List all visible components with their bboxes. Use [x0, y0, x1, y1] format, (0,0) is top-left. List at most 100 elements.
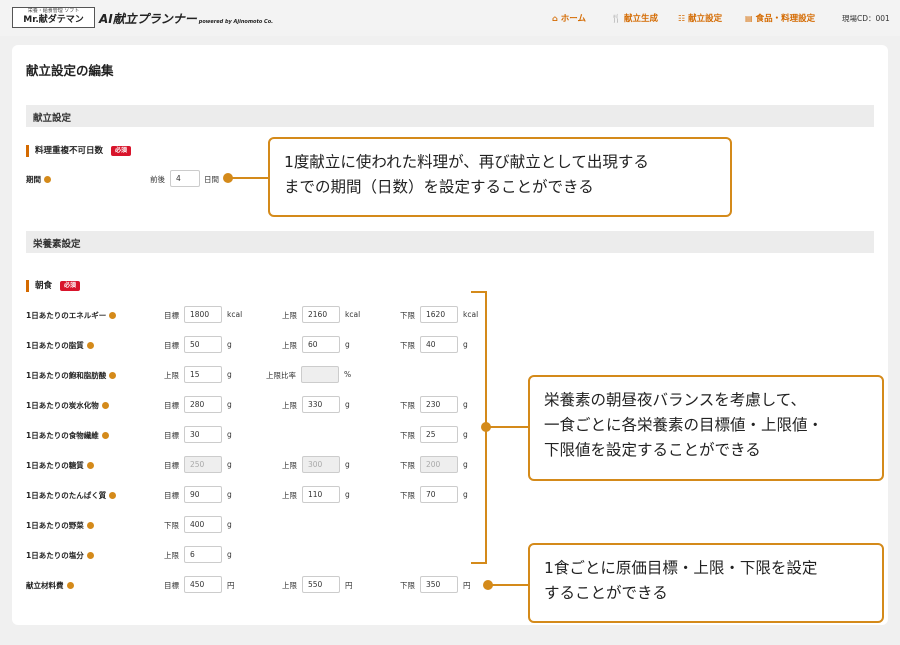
lower-input[interactable]: 25 — [420, 426, 458, 443]
callout-cost-connector — [490, 584, 530, 586]
info-icon[interactable] — [109, 492, 117, 499]
lower-unit: 円 — [463, 581, 471, 590]
section-menu-settings-title: 献立設定 — [33, 113, 72, 124]
info-icon[interactable] — [101, 432, 109, 439]
upper-input[interactable]: 6 — [184, 546, 222, 563]
target-unit: g — [227, 460, 232, 469]
target-input[interactable]: 90 — [184, 486, 222, 503]
lower-label: 下限 — [400, 401, 415, 410]
lower-input[interactable]: 40 — [420, 336, 458, 353]
period-label: 期間 — [26, 175, 41, 184]
upper-ratio-unit: % — [344, 370, 352, 379]
upper-unit: kcal — [345, 310, 361, 319]
lower-label: 下限 — [400, 341, 415, 350]
upper-unit: 円 — [345, 581, 353, 590]
nutrient-label: 1日あたりの糖質 — [26, 461, 84, 470]
upper-unit: g — [345, 490, 350, 499]
required-badge: 必須 — [111, 146, 132, 156]
info-icon[interactable] — [66, 582, 74, 589]
lower-unit: kcal — [463, 310, 479, 319]
upper-label: 上限 — [282, 461, 297, 470]
target-input[interactable]: 450 — [184, 576, 222, 593]
nav-home[interactable]: ⌂ ホーム — [552, 12, 586, 24]
nutrient-label: 1日あたりの野菜 — [26, 521, 84, 530]
nutrient-row-label: 1日あたりのエネルギー — [26, 310, 117, 321]
target-unit: 円 — [227, 581, 235, 590]
upper-unit: g — [345, 400, 350, 409]
nutrient-label: 1日あたりのたんぱく質 — [26, 491, 107, 500]
nutrient-label: 献立材料費 — [26, 581, 64, 590]
nutrient-row-label: 1日あたりの脂質 — [26, 340, 94, 351]
section-menu-settings: 献立設定 — [26, 105, 874, 127]
period-days-input[interactable]: 4 — [170, 170, 200, 187]
upper-ratio-label: 上限比率 — [266, 371, 296, 380]
required-badge: 必須 — [60, 281, 81, 291]
nutrient-label: 1日あたりの炭水化物 — [26, 401, 99, 410]
lower-label: 下限 — [400, 491, 415, 500]
info-icon[interactable] — [86, 342, 94, 349]
upper-unit: g — [227, 370, 232, 379]
info-icon[interactable] — [109, 312, 117, 319]
page-title: 献立設定の編集 — [26, 63, 114, 78]
target-input[interactable]: 30 — [184, 426, 222, 443]
lower-input[interactable]: 350 — [420, 576, 458, 593]
lower-input[interactable]: 400 — [184, 516, 222, 533]
lower-input[interactable]: 1620 — [420, 306, 458, 323]
section-nutrition-settings: 栄養素設定 — [26, 231, 874, 253]
nav-menu-settings[interactable]: ☷ 献立設定 — [678, 12, 722, 24]
target-label: 目標 — [164, 581, 179, 590]
upper-input[interactable]: 330 — [302, 396, 340, 413]
lower-input: 200 — [420, 456, 458, 473]
upper-input[interactable]: 110 — [302, 486, 340, 503]
upper-input[interactable]: 550 — [302, 576, 340, 593]
upper-input[interactable]: 15 — [184, 366, 222, 383]
upper-label: 上限 — [282, 491, 297, 500]
nutrient-label: 1日あたりの食物繊維 — [26, 431, 99, 440]
upper-label: 上限 — [282, 341, 297, 350]
upper-input[interactable]: 2160 — [302, 306, 340, 323]
product-logo[interactable]: 栄養・給食管理 ソフト Mr.献ダテマン — [12, 7, 95, 28]
lower-label: 下限 — [400, 461, 415, 470]
nutrient-label: 1日あたりの飽和脂肪酸 — [26, 371, 107, 380]
callout-cost-line-2: することができる — [544, 584, 668, 602]
target-label: 目標 — [164, 431, 179, 440]
nav-menu-generate[interactable]: 🍴 献立生成 — [611, 12, 658, 24]
nav-food-settings[interactable]: ▤ 食品・料理設定 — [745, 12, 815, 24]
lower-unit: g — [463, 490, 468, 499]
info-icon[interactable] — [44, 176, 51, 183]
upper-input[interactable]: 60 — [302, 336, 340, 353]
lower-unit: g — [463, 460, 468, 469]
target-input[interactable]: 1800 — [184, 306, 222, 323]
lower-label: 下限 — [400, 311, 415, 320]
lower-input[interactable]: 70 — [420, 486, 458, 503]
upper-unit: g — [227, 550, 232, 559]
info-icon[interactable] — [101, 402, 109, 409]
nav-menu-settings-label: 献立設定 — [688, 14, 723, 24]
lower-input[interactable]: 230 — [420, 396, 458, 413]
nutrient-row-label: 1日あたりの野菜 — [26, 520, 94, 531]
lower-unit: g — [227, 520, 232, 529]
nutrient-row-label: 1日あたりの塩分 — [26, 550, 94, 561]
info-icon[interactable] — [109, 372, 117, 379]
home-icon: ⌂ — [552, 14, 558, 23]
upper-label: 上限 — [282, 401, 297, 410]
period-unit: 日間 — [204, 175, 219, 184]
target-input[interactable]: 280 — [184, 396, 222, 413]
nav-menu-generate-label: 献立生成 — [623, 14, 658, 24]
target-unit: g — [227, 340, 232, 349]
nutrient-label: 1日あたりの脂質 — [26, 341, 84, 350]
callout-period: 1度献立に使われた料理が、再び献立として出現する までの期間（日数）を設定するこ… — [268, 137, 732, 217]
target-input[interactable]: 50 — [184, 336, 222, 353]
info-icon[interactable] — [86, 552, 94, 559]
target-unit: g — [227, 400, 232, 409]
settings-list-icon: ☷ — [678, 14, 686, 23]
upper-label: 上限 — [164, 371, 179, 380]
info-icon[interactable] — [86, 462, 94, 469]
sub-heading-breakfast-label: 朝食 — [35, 281, 53, 291]
target-unit: g — [227, 490, 232, 499]
target-label: 目標 — [164, 311, 179, 320]
target-label: 目標 — [164, 341, 179, 350]
app-title-text: AI献立プランナー — [99, 12, 197, 26]
upper-unit: g — [345, 460, 350, 469]
info-icon[interactable] — [86, 522, 94, 529]
